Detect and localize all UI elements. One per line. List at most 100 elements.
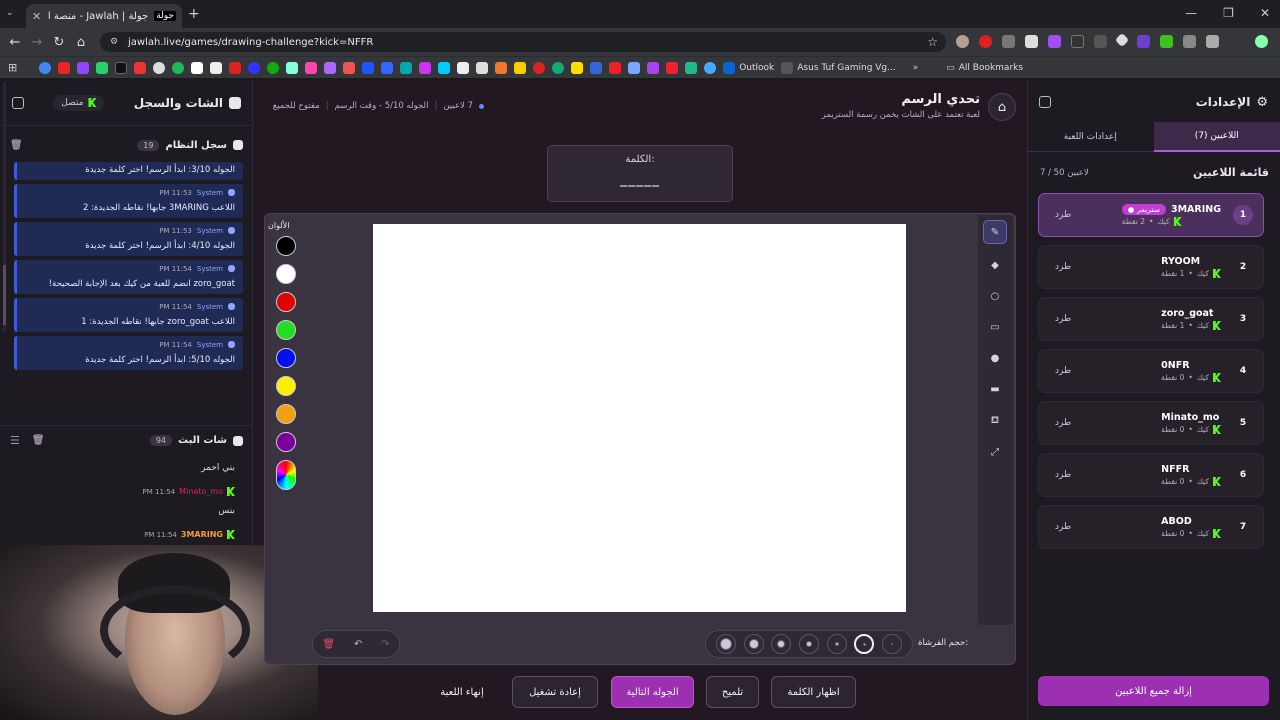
- extension-icon[interactable]: [1025, 35, 1038, 48]
- bookmark-icon[interactable]: [609, 61, 622, 74]
- bookmark-icon[interactable]: [590, 61, 603, 74]
- bookmark-icon[interactable]: [96, 61, 109, 74]
- hint-button[interactable]: تلميح: [706, 676, 759, 708]
- clear-log-trash-icon[interactable]: 🗑: [10, 140, 23, 151]
- tab-game-settings[interactable]: إعدادات اللعبة: [1027, 122, 1154, 152]
- brush-size-option[interactable]: [771, 634, 792, 654]
- extension-icon[interactable]: [956, 35, 969, 48]
- bookmark-star-icon[interactable]: ☆: [927, 35, 938, 49]
- bookmark-icon[interactable]: [39, 61, 52, 74]
- bookmark-icon[interactable]: [628, 61, 641, 74]
- bookmark-icon[interactable]: [647, 61, 660, 74]
- log-scrollbar-thumb[interactable]: [3, 265, 6, 325]
- kick-player-button[interactable]: طرد: [1055, 418, 1071, 428]
- bookmarks-overflow-icon[interactable]: »: [913, 63, 919, 73]
- color-swatch-white[interactable]: [276, 264, 296, 284]
- bookmark-icon[interactable]: [533, 61, 546, 74]
- bookmark-icon[interactable]: [514, 61, 527, 74]
- close-tab-icon[interactable]: ✕: [32, 10, 41, 23]
- extension-icon[interactable]: [1071, 35, 1084, 48]
- extension-icon[interactable]: [1094, 35, 1107, 48]
- chat-menu-icon[interactable]: ☰: [10, 434, 20, 447]
- bookmark-icon[interactable]: [666, 61, 679, 74]
- home-button[interactable]: ⌂: [988, 93, 1016, 121]
- profile-avatar[interactable]: [1255, 35, 1268, 48]
- bookmark-icon[interactable]: [571, 61, 584, 74]
- brush-size-option[interactable]: [743, 634, 764, 654]
- address-bar[interactable]: ⚙ jawlah.live/games/drawing-challenge?ki…: [100, 32, 946, 52]
- custom-color-picker[interactable]: [276, 460, 296, 490]
- undo-icon[interactable]: ↶: [354, 639, 362, 650]
- maximize-icon[interactable]: ❐: [1223, 6, 1234, 20]
- clear-canvas-trash-icon[interactable]: 🗑: [322, 639, 335, 650]
- kick-player-button[interactable]: طرد: [1055, 366, 1071, 376]
- bookmark-icon[interactable]: [552, 61, 565, 74]
- color-swatch-blue[interactable]: [276, 348, 296, 368]
- kick-player-button[interactable]: طرد: [1055, 314, 1071, 324]
- extension-icon[interactable]: [1183, 35, 1196, 48]
- brush-size-option[interactable]: [715, 634, 736, 654]
- extension-icon[interactable]: [1002, 35, 1015, 48]
- bookmark-icon[interactable]: [210, 61, 223, 74]
- collapse-panel-icon[interactable]: [12, 96, 24, 109]
- rectangle-tool[interactable]: ▭: [983, 315, 1007, 339]
- bookmark-icon[interactable]: [362, 61, 375, 74]
- collapse-settings-icon[interactable]: [1039, 96, 1051, 108]
- bookmark-icon[interactable]: [267, 61, 280, 74]
- bookmark-icon[interactable]: [172, 61, 185, 74]
- site-info-icon[interactable]: ⚙: [110, 37, 118, 47]
- bookmark-icon[interactable]: [153, 61, 166, 74]
- new-tab-button[interactable]: +: [188, 6, 200, 22]
- bookmark-icon[interactable]: [324, 61, 337, 74]
- kick-player-button[interactable]: طرد: [1055, 210, 1071, 220]
- bookmark-icon[interactable]: [400, 61, 413, 74]
- home-icon[interactable]: ⌂: [70, 35, 92, 50]
- bookmark-asus[interactable]: Asus Tuf Gaming Vg...: [781, 61, 896, 74]
- brush-size-option-selected[interactable]: [854, 634, 875, 654]
- bookmark-outlook[interactable]: Outlook: [723, 61, 774, 74]
- bookmark-icon[interactable]: [685, 61, 698, 74]
- bookmark-icon[interactable]: [305, 61, 318, 74]
- bookmark-icon[interactable]: [115, 61, 128, 74]
- brush-size-option[interactable]: [882, 634, 903, 654]
- browser-tab[interactable]: جولة جولة | Jawlah - منصة الألعاب ال... …: [26, 4, 182, 28]
- extensions-puzzle-icon[interactable]: [1206, 35, 1219, 48]
- next-round-button[interactable]: الجوله التالية: [611, 676, 694, 708]
- clear-chat-trash-icon[interactable]: 🗑: [32, 435, 45, 446]
- extension-icon[interactable]: [979, 35, 992, 48]
- apps-grid-icon[interactable]: ⊞: [8, 61, 17, 74]
- all-bookmarks[interactable]: ▭ All Bookmarks: [946, 63, 1023, 73]
- tab-players[interactable]: اللاعبين (7): [1153, 122, 1280, 152]
- color-swatch-red[interactable]: [276, 292, 296, 312]
- forward-icon[interactable]: →: [26, 35, 48, 50]
- bookmark-icon[interactable]: [438, 61, 451, 74]
- minimize-icon[interactable]: —: [1185, 6, 1197, 20]
- bookmark-icon[interactable]: [229, 61, 242, 74]
- bookmark-icon[interactable]: [476, 61, 489, 74]
- redo-icon[interactable]: ↷: [381, 639, 389, 650]
- back-icon[interactable]: ←: [4, 35, 26, 50]
- close-window-icon[interactable]: ✕: [1260, 6, 1270, 20]
- pencil-tool[interactable]: ✎: [983, 220, 1007, 244]
- bookmark-icon[interactable]: [495, 61, 508, 74]
- bookmark-icon[interactable]: [286, 61, 299, 74]
- bookmark-icon[interactable]: [134, 61, 147, 74]
- kick-player-button[interactable]: طرد: [1055, 262, 1071, 272]
- show-word-button[interactable]: اظهار الكلمة: [771, 676, 856, 708]
- color-swatch-yellow[interactable]: [276, 376, 296, 396]
- line-tool[interactable]: ⤢: [983, 440, 1007, 464]
- color-swatch-black[interactable]: [276, 236, 296, 256]
- brush-size-option[interactable]: [798, 634, 819, 654]
- reload-icon[interactable]: ↻: [48, 35, 70, 50]
- bookmark-icon[interactable]: [248, 61, 261, 74]
- bookmark-icon[interactable]: [77, 61, 90, 74]
- brush-size-option[interactable]: [826, 634, 847, 654]
- extension-icon[interactable]: [1160, 35, 1173, 48]
- bookmark-icon[interactable]: [58, 61, 71, 74]
- remove-all-players-button[interactable]: إزالة جميع اللاعبين: [1038, 676, 1269, 706]
- bookmark-icon[interactable]: [381, 61, 394, 74]
- bookmark-icon[interactable]: [343, 61, 356, 74]
- circle-tool[interactable]: ○: [983, 284, 1007, 308]
- end-game-button[interactable]: إنهاء اللعبة: [424, 676, 500, 708]
- bookmark-icon[interactable]: [419, 61, 432, 74]
